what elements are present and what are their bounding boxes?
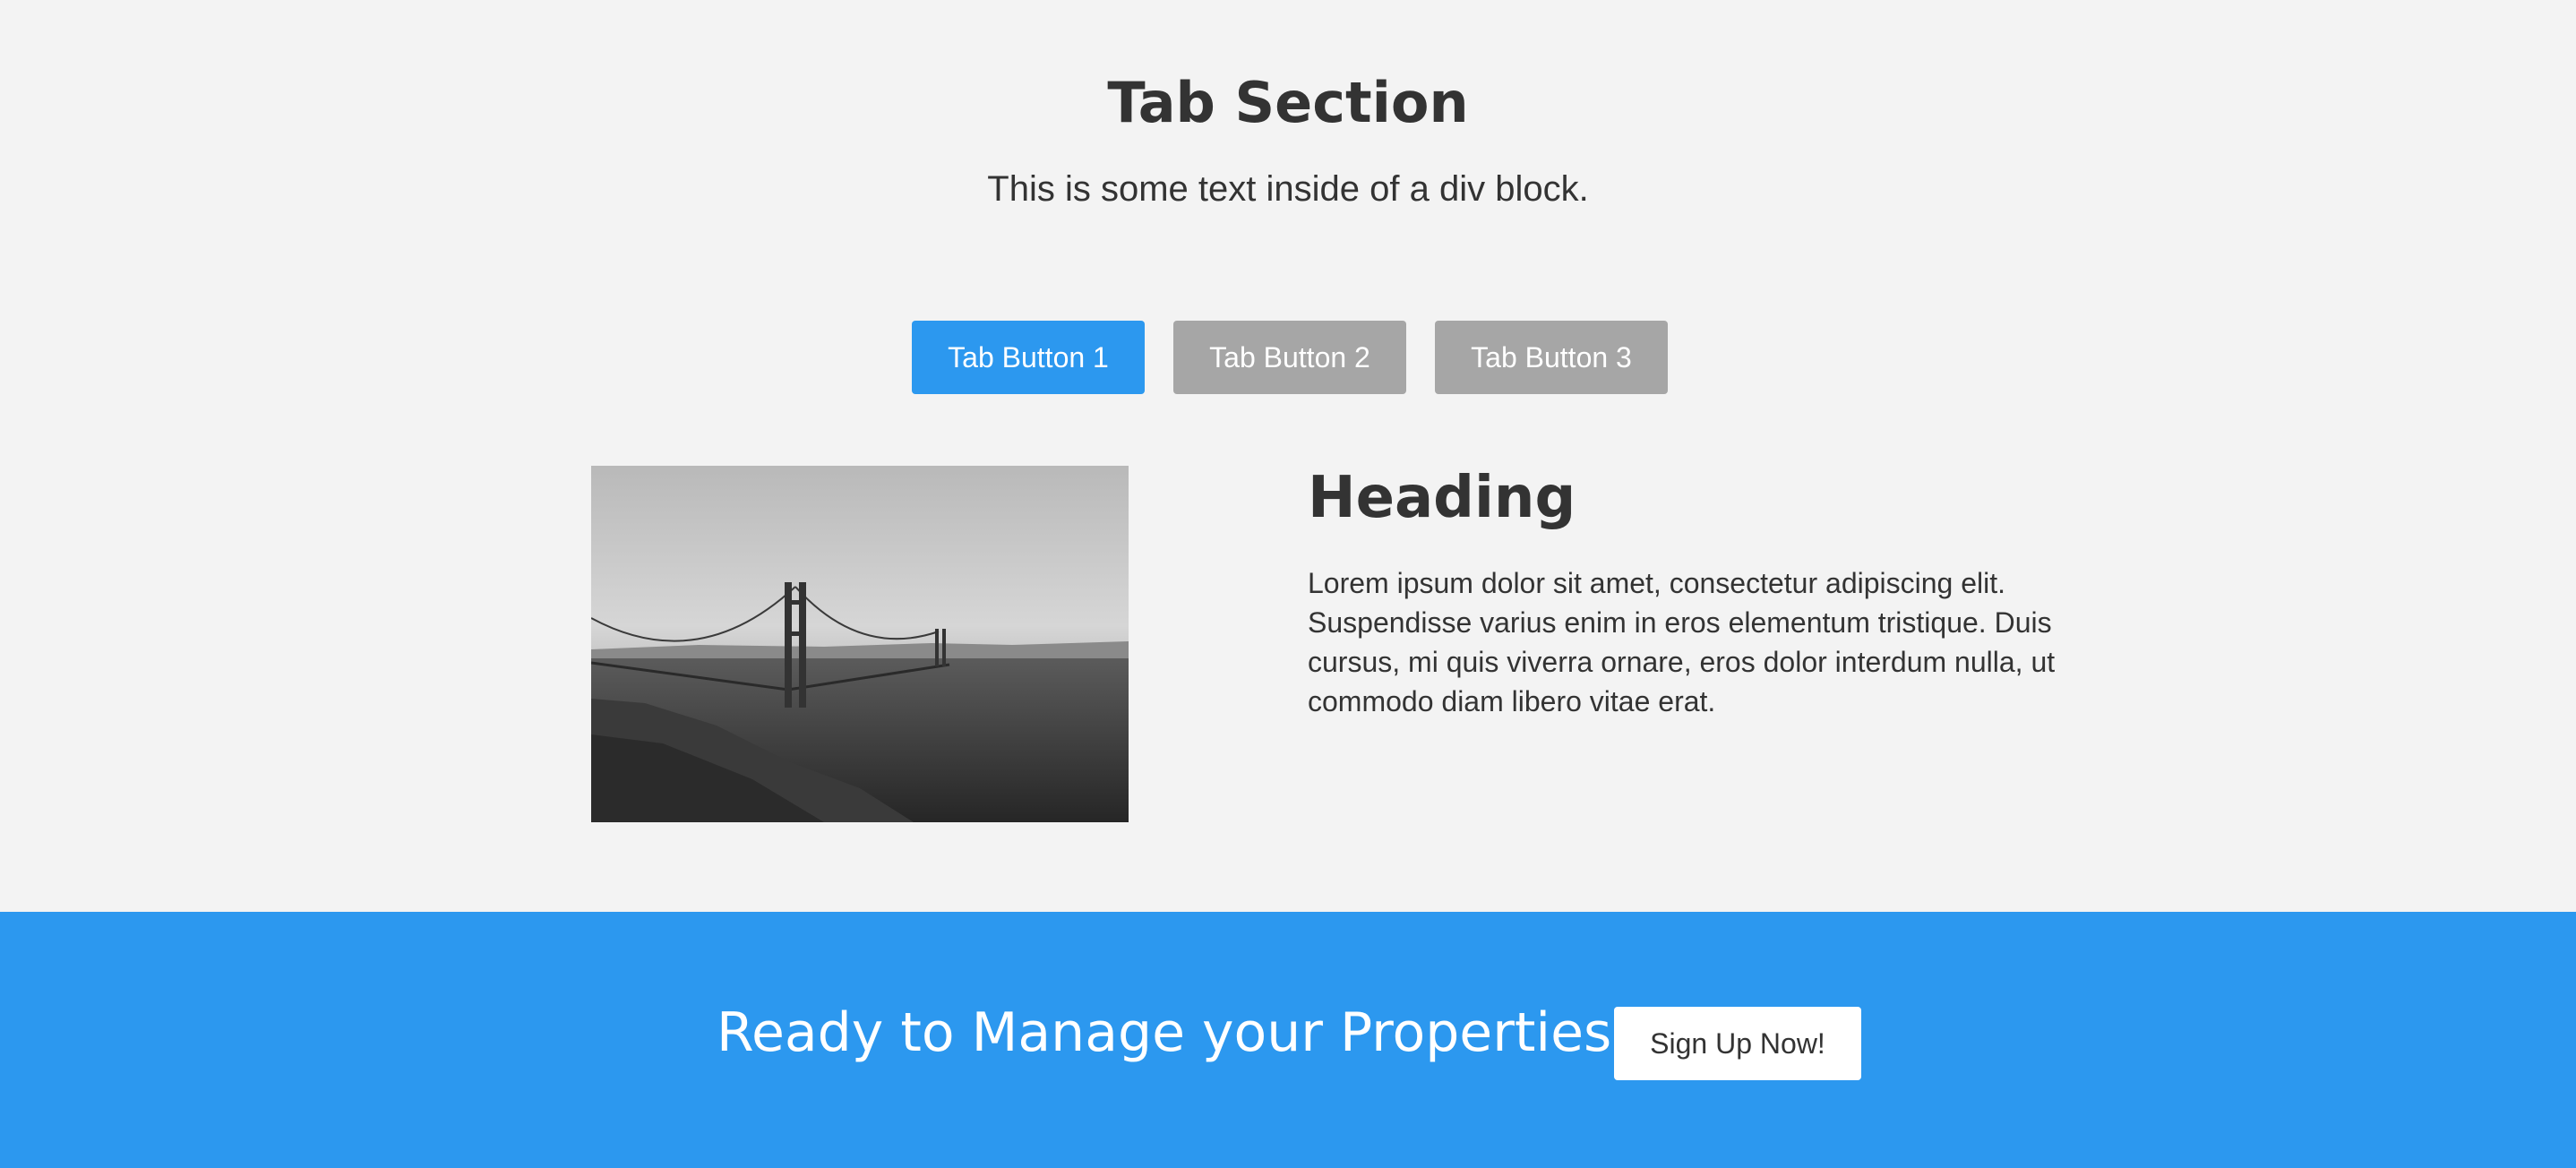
page: Tab Section This is some text inside of …	[0, 0, 2576, 1168]
tab-content-heading: Heading	[1308, 465, 1576, 531]
golden-gate-bridge-image	[591, 466, 1129, 822]
sign-up-button[interactable]: Sign Up Now!	[1614, 1007, 1861, 1080]
cta-text: Ready to Manage your Properties?	[717, 1001, 1641, 1064]
tab-button-2[interactable]: Tab Button 2	[1173, 321, 1406, 394]
section-subtitle: This is some text inside of a div block.	[987, 169, 1589, 209]
tab-menu: Tab Button 1 Tab Button 2 Tab Button 3	[0, 321, 2576, 394]
tab-button-3[interactable]: Tab Button 3	[1435, 321, 1668, 394]
tab-content-text: Lorem ipsum dolor sit amet, consectetur …	[1308, 567, 2056, 717]
tab-button-1[interactable]: Tab Button 1	[912, 321, 1145, 394]
section-title: Tab Section	[1107, 70, 1469, 135]
